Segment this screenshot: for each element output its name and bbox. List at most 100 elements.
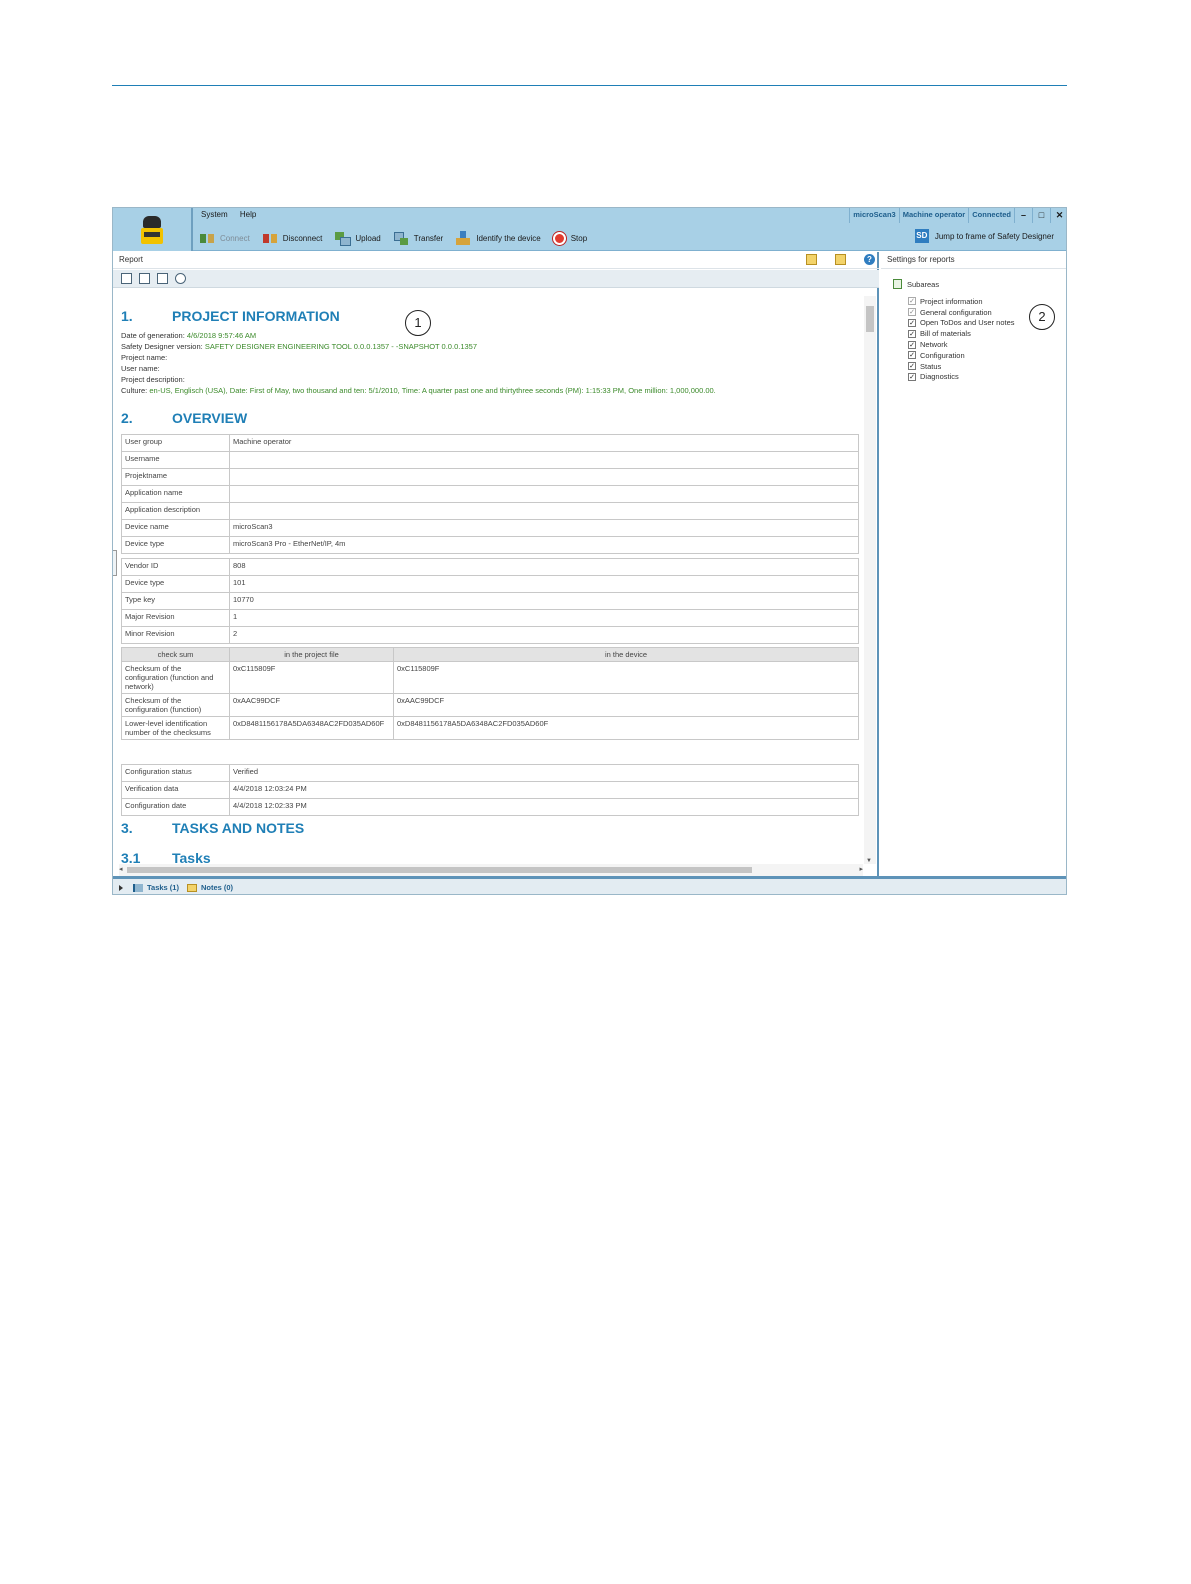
subarea-option-label: Status [920,361,942,371]
subarea-option[interactable]: ✓ Status [908,361,1015,372]
identify-device-button[interactable]: Identify the device [455,231,541,245]
checkbox[interactable]: ✓ [908,297,916,306]
subareas-node[interactable]: Subareas [893,279,939,289]
project-file-header: in the project file [229,647,394,662]
checkbox[interactable]: ✓ [908,308,916,317]
configuration-row: Configuration status Verified [121,764,859,782]
subareas-icon [893,279,902,289]
tasks-tab[interactable]: Tasks (1) [133,883,179,892]
overview-row-key: Device type [121,536,230,554]
expand-panel-icon[interactable] [119,884,123,891]
status-user: Machine operator [898,208,969,223]
device-id-row: Type key 10770 [121,592,859,610]
scroll-down-icon[interactable]: ▼ [866,858,872,864]
configuration-status-table: Configuration status Verified Verification… [121,764,859,816]
help-icon[interactable]: ? [864,254,875,265]
subarea-option[interactable]: ✓ Open ToDos and User notes [908,318,1015,329]
overview-row-value: Machine operator [229,434,859,452]
configuration-row-value: 4/4/2018 12:02:33 PM [229,798,859,816]
checkbox[interactable]: ✓ [908,318,916,327]
add-note-icon[interactable] [806,254,817,265]
device-id-table: Vendor ID 808 Device type 101 Type key 10770 M… [121,558,859,644]
vertical-scroll-thumb[interactable] [866,306,874,332]
subarea-option-label: Bill of materials [920,329,971,339]
scroll-left-icon[interactable]: ◂ [119,865,123,873]
save-icon[interactable] [121,273,132,284]
subarea-option[interactable]: ✓ Configuration [908,350,1015,361]
scanner-device-icon [141,216,163,244]
subarea-option[interactable]: ✓ Bill of materials [908,328,1015,339]
checkbox[interactable]: ✓ [908,340,916,349]
configuration-row: Verification data 4/4/2018 12:03:24 PM [121,781,859,799]
transfer-icon [393,231,409,245]
page-header-rule [112,85,1067,86]
print-preview-icon[interactable] [157,273,168,284]
overview-row-value [229,451,859,469]
checkbox[interactable]: ✓ [908,362,916,371]
subarea-option-label: Network [920,340,948,350]
overview-row-value [229,485,859,503]
device-id-row-value: 2 [229,626,859,644]
horizontal-scroll-thumb[interactable] [127,867,752,873]
overview-row-value: microScan3 Pro - EtherNet/IP, 4m [229,536,859,554]
menu-system[interactable]: System [201,210,228,219]
vertical-scrollbar[interactable]: ▼ [864,296,876,864]
close-button[interactable]: ✕ [1050,208,1066,223]
subareas-label: Subareas [907,279,940,289]
upload-button[interactable]: Upload [334,231,381,246]
checksum-row: Checksum of the configuration (function)… [121,693,859,717]
device-id-row: Major Revision 1 [121,609,859,627]
maximize-button[interactable]: □ [1032,208,1050,223]
device-id-row-value: 1 [229,609,859,627]
subarea-option[interactable]: ✓ Network [908,339,1015,350]
configuration-row-value: 4/4/2018 12:03:24 PM [229,781,859,799]
checkbox[interactable]: ✓ [908,372,916,381]
flag-icon [133,883,143,892]
checkbox[interactable]: ✓ [908,351,916,360]
checksum-device-value: 0xAAC99DCF [393,693,859,717]
subarea-option[interactable]: ✓ Diagnostics [908,372,1015,383]
print-icon[interactable] [139,273,150,284]
menu-help[interactable]: Help [240,210,256,219]
notes-label: Notes (0) [200,883,234,892]
checkbox[interactable]: ✓ [908,329,916,338]
settings-title: Settings for reports [881,252,1066,269]
notes-tab[interactable]: Notes (0) [186,883,234,892]
app-header: System Help microScan3 Machine operator … [113,208,1066,251]
stop-button[interactable]: Stop [552,231,587,245]
upload-label: Upload [355,233,381,243]
checksum-file-value: 0xC115809F [229,661,394,694]
meta-project-description: Project description: [121,375,185,384]
transfer-label: Transfer [413,233,444,243]
device-id-row-value: 101 [229,575,859,593]
overview-row: User group Machine operator [121,434,859,452]
configuration-row-key: Configuration date [121,798,230,816]
meta-date: Date of generation: 4/6/2018 9:57:46 AM [121,331,257,340]
connect-icon [199,231,215,245]
subarea-option-label: Configuration [920,350,965,360]
section-3-1-heading: 3.1 Tasks [121,850,211,864]
horizontal-scrollbar[interactable]: ◂ ▸ [119,864,863,876]
refresh-icon[interactable] [175,273,186,284]
checksum-name: Checksum of the configuration (function … [121,661,230,694]
collapse-panel-handle[interactable] [113,550,117,576]
connect-button[interactable]: Connect [199,231,250,245]
device-id-row-key: Major Revision [121,609,230,627]
scroll-right-icon[interactable]: ▸ [859,865,863,873]
transfer-button[interactable]: Transfer [393,231,444,245]
overview-table: User group Machine operator Username Projek… [121,434,859,554]
minimize-button[interactable]: – [1014,208,1032,223]
add-task-icon[interactable] [835,254,846,265]
device-id-row-key: Type key [121,592,230,610]
overview-row-key: Username [121,451,230,469]
subarea-option[interactable]: ✓ General configuration [908,307,1015,318]
subarea-option-label: Diagnostics [920,372,959,382]
report-title: Report [119,255,144,264]
callout-1: 1 [405,310,431,336]
checksum-header: check sum [121,647,230,662]
jump-to-safety-designer-button[interactable]: SD Jump to frame of Safety Designer [914,229,1054,243]
overview-row: Device name microScan3 [121,519,859,537]
subarea-option[interactable]: ✓ Project information [908,296,1015,307]
checksum-file-value: 0xAAC99DCF [229,693,394,717]
disconnect-button[interactable]: Disconnect [262,231,322,245]
